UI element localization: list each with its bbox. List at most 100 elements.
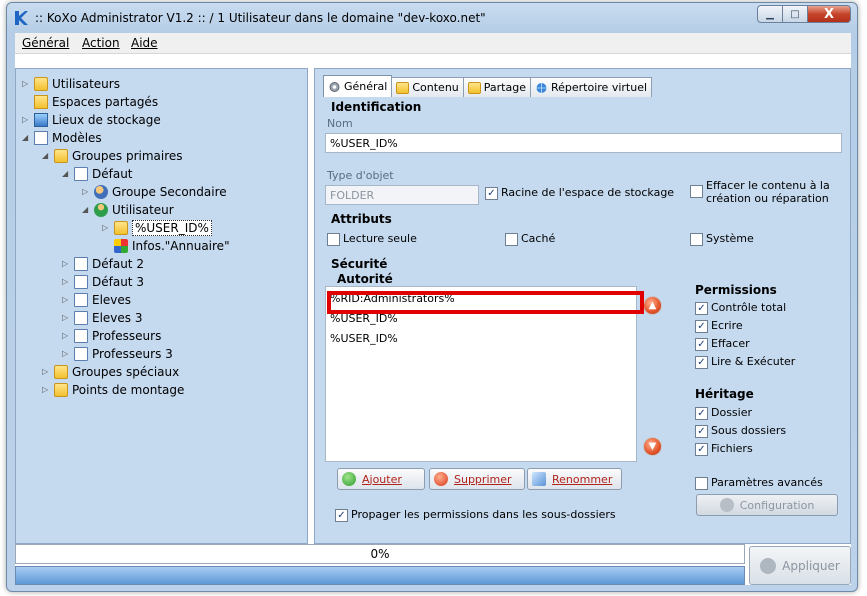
tab-partage[interactable]: Partage — [462, 77, 531, 97]
expander-icon[interactable]: ◢ — [82, 205, 92, 214]
permission-check: ✓ — [695, 338, 708, 351]
expander-icon[interactable]: ▷ — [82, 187, 92, 196]
expander-icon[interactable]: ▷ — [62, 349, 72, 358]
tree-item[interactable]: ▷ Points de montage — [42, 381, 184, 398]
tree-item[interactable]: ▷ Eleves 3 — [62, 309, 142, 326]
permission-checkbox[interactable]: ✓ Lire & Exécuter — [695, 355, 795, 369]
propager-checkbox[interactable]: ✓ Propager les permissions dans les sous… — [335, 508, 616, 522]
minimize-button[interactable]: ▁ — [757, 5, 783, 23]
permission-label: Effacer — [711, 337, 750, 350]
identification-heading: Identification — [331, 100, 422, 114]
effacer-label-line2: création ou réparation — [706, 192, 829, 205]
minimize-icon: ▁ — [766, 8, 774, 20]
expander-icon[interactable]: ◢ — [62, 169, 72, 178]
configuration-button[interactable]: Configuration — [696, 494, 838, 516]
tree-item[interactable]: ▷ Défaut 2 — [62, 255, 144, 272]
renommer-button[interactable]: Renommer — [527, 468, 622, 490]
expander-icon[interactable]: ▷ — [62, 313, 72, 322]
maximize-icon: □ — [790, 8, 800, 20]
models-icon — [34, 130, 48, 145]
tree-item[interactable]: Infos."Annuaire" — [102, 237, 230, 254]
client-area: Général Action Aide ▷ Utilisateurs Espaces… — [15, 33, 851, 585]
move-up-button[interactable]: ▲ — [643, 296, 662, 315]
expander-icon[interactable]: ▷ — [62, 331, 72, 340]
permission-checkbox[interactable]: ✓ Effacer — [695, 337, 750, 351]
parametres-avances-checkbox[interactable]: Paramètres avancés — [695, 476, 823, 490]
tree-item[interactable]: ▷ Utilisateurs — [22, 75, 120, 92]
close-button[interactable]: X — [807, 5, 851, 23]
tree-item[interactable]: ◢ Utilisateur — [82, 201, 174, 218]
appliquer-button[interactable]: Appliquer — [749, 546, 851, 585]
menu-aide-label: Aide — [131, 36, 158, 50]
systeme-check — [690, 233, 703, 246]
nom-field[interactable]: %USER_ID% — [325, 133, 842, 153]
supprimer-button[interactable]: Supprimer — [429, 468, 525, 490]
move-down-button[interactable]: ▼ — [643, 437, 662, 456]
title-bar[interactable]: :: KoXo Administrator V1.2 :: / 1 Utilis… — [7, 3, 857, 33]
navigation-tree[interactable]: ▷ Utilisateurs Espaces partagés ▷ Lieux de s… — [15, 68, 308, 544]
list-item[interactable]: %USER_ID% — [330, 332, 398, 345]
menu-general[interactable]: Général — [22, 36, 69, 50]
expander-icon[interactable]: ▷ — [102, 223, 112, 232]
systeme-checkbox[interactable]: Système — [690, 232, 754, 246]
tree-item[interactable]: ▷ Professeurs 3 — [62, 345, 173, 362]
permissions-heading: Permissions — [695, 283, 777, 297]
tab-contenu[interactable]: Contenu — [391, 77, 464, 97]
tree-item[interactable]: ▷ Groupes spéciaux — [42, 363, 179, 380]
heritage-heading: Héritage — [695, 387, 754, 401]
heritage-checkbox[interactable]: ✓ Dossier — [695, 406, 752, 420]
expander-icon[interactable]: ▷ — [62, 277, 72, 286]
permission-check: ✓ — [695, 356, 708, 369]
expander-icon[interactable]: ◢ — [22, 133, 32, 142]
heritage-checkbox[interactable]: ✓ Fichiers — [695, 442, 753, 456]
permission-checkbox[interactable]: ✓ Ecrire — [695, 319, 743, 333]
add-icon — [342, 472, 356, 486]
tree-item-label: Lieux de stockage — [52, 112, 161, 127]
tree-item[interactable]: ▷ Défaut 3 — [62, 273, 144, 290]
folder-icon — [54, 382, 68, 397]
tree-item[interactable]: ◢ Modèles — [22, 129, 102, 146]
tree-item[interactable]: ▷ Eleves — [62, 291, 131, 308]
lecture-seule-check — [327, 233, 340, 246]
folder-icon — [34, 76, 48, 91]
permission-check: ✓ — [695, 320, 708, 333]
expander-icon[interactable]: ▷ — [22, 115, 32, 124]
expander-icon[interactable]: ▷ — [42, 367, 52, 376]
tree-item[interactable]: ◢ Défaut — [62, 165, 133, 182]
globe-icon — [536, 82, 547, 93]
cache-checkbox[interactable]: Caché — [505, 232, 555, 246]
tree-item[interactable]: ▷ Lieux de stockage — [22, 111, 161, 128]
expander-icon[interactable]: ▷ — [22, 79, 32, 88]
tab-repertoire-virtuel[interactable]: Répertoire virtuel — [529, 77, 653, 97]
tab-general[interactable]: Général — [323, 75, 393, 97]
lecture-seule-checkbox[interactable]: Lecture seule — [327, 232, 417, 246]
menu-aide[interactable]: Aide — [131, 36, 158, 50]
racine-check: ✓ — [485, 187, 498, 200]
tree-item[interactable]: ▷ Professeurs — [62, 327, 161, 344]
tree-item[interactable]: Espaces partagés — [22, 93, 158, 110]
heritage-checkbox[interactable]: ✓ Sous dossiers — [695, 424, 786, 438]
lecture-seule-label: Lecture seule — [343, 232, 417, 245]
tree-item-label: Défaut 3 — [92, 274, 144, 289]
maximize-button[interactable]: □ — [782, 5, 808, 23]
effacer-check — [690, 185, 703, 198]
tree-item-label: Utilisateurs — [52, 76, 120, 91]
tree-item[interactable]: ▷ %USER_ID% — [102, 219, 212, 236]
effacer-checkbox[interactable]: Effacer le contenu à la création ou répar… — [690, 179, 830, 205]
ajouter-button[interactable]: Ajouter — [337, 468, 425, 490]
expander-icon[interactable]: ▷ — [62, 295, 72, 304]
permission-checkbox[interactable]: ✓ Contrôle total — [695, 301, 786, 315]
menu-action[interactable]: Action — [82, 36, 120, 50]
selection-highlight — [327, 291, 644, 314]
expander-icon[interactable]: ▷ — [42, 385, 52, 394]
tree-item-label: Défaut — [92, 166, 133, 181]
tree-item[interactable]: ◢ Groupes primaires — [42, 147, 183, 164]
document-icon — [74, 310, 88, 325]
expander-icon[interactable]: ▷ — [62, 259, 72, 268]
racine-checkbox[interactable]: ✓ Racine de l'espace de stockage — [485, 186, 674, 200]
window-title: :: KoXo Administrator V1.2 :: / 1 Utilis… — [35, 11, 486, 25]
permission-label: Ecrire — [711, 319, 743, 332]
expander-icon[interactable]: ◢ — [42, 151, 52, 160]
tree-item[interactable]: ▷ Groupe Secondaire — [82, 183, 227, 200]
user-icon — [94, 202, 108, 217]
